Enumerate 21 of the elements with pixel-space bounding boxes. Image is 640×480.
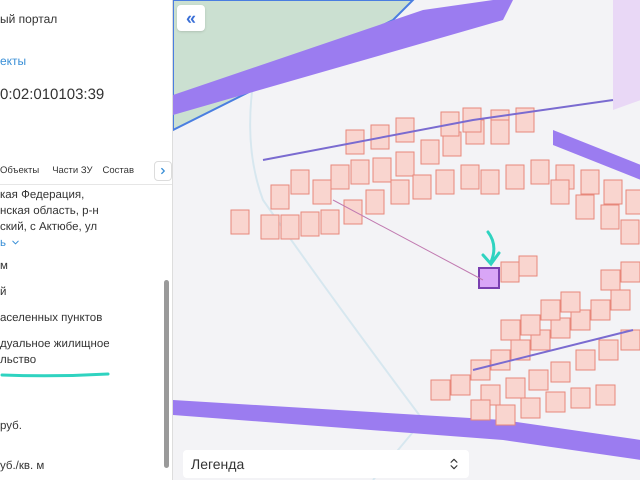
field-value: руб. (0, 418, 23, 434)
field-value: аселенных пунктов (0, 310, 104, 326)
field-value: льство (0, 352, 38, 368)
tab[interactable]: Части ЗУ (47, 164, 98, 178)
map-drawing[interactable] (173, 0, 640, 480)
field-value: й (0, 284, 8, 300)
address-line: нская область, р-н (0, 204, 100, 218)
tab[interactable]: Состав (98, 164, 139, 178)
field-value: м (0, 258, 9, 274)
collapse-panel-button[interactable]: « (177, 5, 205, 31)
address-line: кая Федерация, (0, 188, 86, 202)
cadastral-number: 0:02:010103:39 (0, 85, 106, 105)
legend-dropdown[interactable]: Легенда (183, 450, 469, 478)
field-value: уб./кв. м (0, 458, 46, 474)
chevron-right-icon (158, 166, 168, 176)
tabs-scroll-button[interactable] (154, 161, 172, 181)
address-line: ский, с Актюбе, ул (0, 220, 98, 234)
tab[interactable]: Объекты (0, 164, 48, 178)
field-value: дуальное жилищное (0, 336, 111, 352)
scrollbar-thumb[interactable] (164, 280, 169, 468)
portal-title: ый портал (0, 11, 58, 28)
